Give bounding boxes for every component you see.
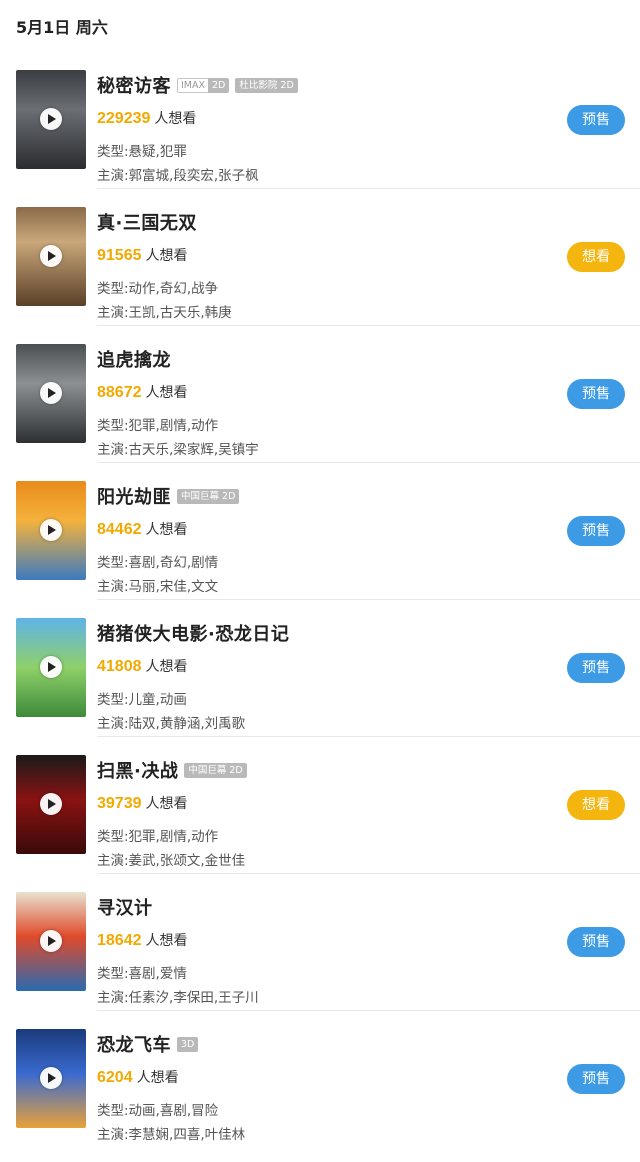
- movie-item[interactable]: 扫黑·决战 中国巨幕 2D 39739 人想看 类型:犯罪,剧情,动作 主演:姜…: [0, 745, 640, 882]
- movie-item[interactable]: 真·三国无双 91565 人想看 类型:动作,奇幻,战争 主演:王凯,古天乐,韩…: [0, 197, 640, 334]
- movie-title: 阳光劫匪: [97, 487, 171, 508]
- movie-cast: 主演:王凯,古天乐,韩庚: [97, 305, 232, 321]
- divider: [97, 736, 640, 737]
- movie-title: 扫黑·决战: [97, 761, 179, 782]
- movie-title: 追虎擒龙: [97, 350, 171, 371]
- movie-item[interactable]: 寻汉计 18642 人想看 类型:喜剧,爱情 主演:任素汐,李保田,王子川 预售: [0, 882, 640, 1019]
- play-icon[interactable]: [40, 930, 62, 952]
- divider: [97, 325, 640, 326]
- divider: [97, 188, 640, 189]
- movie-title: 寻汉计: [97, 898, 153, 919]
- date-header: 5月1日 周六: [16, 18, 108, 37]
- movie-poster[interactable]: [16, 618, 86, 717]
- play-icon[interactable]: [40, 793, 62, 815]
- movie-cast: 主演:郭富城,段奕宏,张子枫: [97, 168, 259, 184]
- movie-item[interactable]: 秘密访客 IMAX 2D 杜比影院 2D 229239 人想看 类型:悬疑,犯罪…: [0, 60, 640, 197]
- presale-button[interactable]: 预售: [567, 516, 625, 546]
- want-count: 6204: [97, 1069, 133, 1086]
- want-to-see-button[interactable]: 想看: [567, 242, 625, 272]
- movie-genre: 类型:动作,奇幻,战争: [97, 281, 219, 297]
- want-count: 91565: [97, 247, 142, 264]
- want-suffix: 人想看: [145, 796, 188, 812]
- movie-genre: 类型:喜剧,爱情: [97, 966, 187, 982]
- movie-cast: 主演:陆双,黄静涵,刘禹歌: [97, 716, 246, 732]
- movie-item[interactable]: 阳光劫匪 中国巨幕 2D 84462 人想看 类型:喜剧,奇幻,剧情 主演:马丽…: [0, 471, 640, 608]
- want-count: 229239: [97, 110, 151, 127]
- presale-button[interactable]: 预售: [567, 927, 625, 957]
- movie-cast: 主演:古天乐,梁家辉,吴镇宇: [97, 442, 259, 458]
- format-tag: 3D: [177, 1036, 199, 1052]
- want-to-see-button[interactable]: 想看: [567, 790, 625, 820]
- movie-poster[interactable]: [16, 892, 86, 991]
- play-icon[interactable]: [40, 382, 62, 404]
- movie-genre: 类型:犯罪,剧情,动作: [97, 829, 219, 845]
- want-suffix: 人想看: [145, 385, 188, 401]
- movie-title: 秘密访客: [97, 76, 171, 97]
- movie-poster[interactable]: [16, 755, 86, 854]
- play-icon[interactable]: [40, 108, 62, 130]
- play-icon[interactable]: [40, 1067, 62, 1089]
- format-tag: 2D: [208, 77, 230, 93]
- want-count: 39739: [97, 795, 142, 812]
- movie-poster[interactable]: [16, 481, 86, 580]
- play-icon[interactable]: [40, 245, 62, 267]
- presale-button[interactable]: 预售: [567, 379, 625, 409]
- movie-cast: 主演:任素汐,李保田,王子川: [97, 990, 259, 1006]
- movie-title: 猪猪侠大电影·恐龙日记: [97, 624, 290, 645]
- movie-genre: 类型:喜剧,奇幻,剧情: [97, 555, 219, 571]
- movie-genre: 类型:悬疑,犯罪: [97, 144, 187, 160]
- movie-poster[interactable]: [16, 344, 86, 443]
- divider: [97, 462, 640, 463]
- movie-poster[interactable]: [16, 207, 86, 306]
- movie-poster[interactable]: [16, 70, 86, 169]
- want-count: 18642: [97, 932, 142, 949]
- want-count: 84462: [97, 521, 142, 538]
- presale-button[interactable]: 预售: [567, 105, 625, 135]
- divider: [97, 873, 640, 874]
- movie-genre: 类型:儿童,动画: [97, 692, 187, 708]
- movie-item[interactable]: 恐龙飞车 3D 6204 人想看 类型:动画,喜剧,冒险 主演:李慧娴,四喜,叶…: [0, 1019, 640, 1156]
- movie-cast: 主演:马丽,宋佳,文文: [97, 579, 219, 595]
- want-suffix: 人想看: [145, 248, 188, 264]
- movie-item[interactable]: 猪猪侠大电影·恐龙日记 41808 人想看 类型:儿童,动画 主演:陆双,黄静涵…: [0, 608, 640, 745]
- want-suffix: 人想看: [145, 933, 188, 949]
- play-icon[interactable]: [40, 656, 62, 678]
- movie-item[interactable]: 追虎擒龙 88672 人想看 类型:犯罪,剧情,动作 主演:古天乐,梁家辉,吴镇…: [0, 334, 640, 471]
- format-tag: 中国巨幕 2D: [184, 762, 247, 778]
- presale-button[interactable]: 预售: [567, 1064, 625, 1094]
- want-suffix: 人想看: [136, 1070, 179, 1086]
- format-tag: 中国巨幕 2D: [177, 488, 240, 504]
- movie-cast: 主演:李慧娴,四喜,叶佳林: [97, 1127, 246, 1143]
- play-icon[interactable]: [40, 519, 62, 541]
- format-tag: IMAX: [177, 77, 209, 93]
- movie-genre: 类型:动画,喜剧,冒险: [97, 1103, 219, 1119]
- divider: [97, 599, 640, 600]
- want-suffix: 人想看: [145, 659, 188, 675]
- want-suffix: 人想看: [154, 111, 197, 127]
- movie-title: 恐龙飞车: [97, 1035, 171, 1056]
- format-tag-group: IMAX 2D: [177, 77, 230, 93]
- movie-title: 真·三国无双: [97, 213, 197, 234]
- format-tag: 杜比影院 2D: [235, 77, 298, 93]
- divider: [97, 1010, 640, 1011]
- want-suffix: 人想看: [145, 522, 188, 538]
- presale-button[interactable]: 预售: [567, 653, 625, 683]
- want-count: 41808: [97, 658, 142, 675]
- movie-poster[interactable]: [16, 1029, 86, 1128]
- movie-cast: 主演:姜武,张颂文,金世佳: [97, 853, 246, 869]
- movie-genre: 类型:犯罪,剧情,动作: [97, 418, 219, 434]
- want-count: 88672: [97, 384, 142, 401]
